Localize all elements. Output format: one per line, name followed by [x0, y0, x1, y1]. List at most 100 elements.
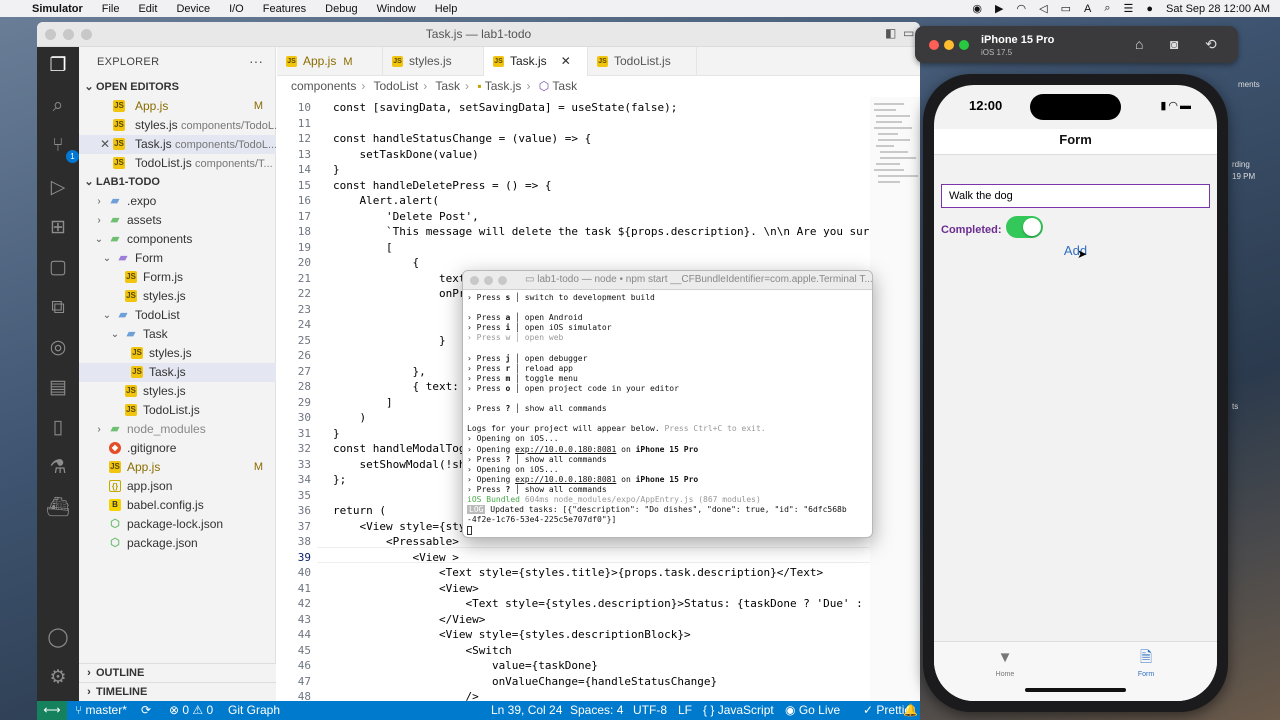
minimize-window-button[interactable]	[944, 40, 954, 50]
timeline-section[interactable]: › TIMELINE	[79, 682, 276, 701]
remote-indicator-icon[interactable]: ⟷	[37, 701, 67, 720]
github-icon[interactable]: ◎	[45, 335, 71, 361]
add-button[interactable]: Add	[934, 243, 1217, 258]
menu-file[interactable]: File	[102, 3, 120, 15]
zoom-window-button[interactable]	[959, 40, 969, 50]
notifications-icon[interactable]: 🔔	[903, 701, 918, 720]
code-line[interactable]: const handleModalTogg	[333, 441, 472, 457]
home-icon[interactable]: ⌂	[1135, 36, 1143, 52]
tab-todolist-js[interactable]: JS TodoList.js	[588, 47, 697, 76]
home-indicator[interactable]	[1025, 688, 1126, 692]
tree-file[interactable]: JS styles.js	[79, 382, 276, 401]
code-line[interactable]: const handleStatusChange = (value) => {	[333, 131, 591, 147]
code-line[interactable]: <View>	[333, 581, 479, 597]
cursor-position[interactable]: Ln 39, Col 24	[491, 701, 562, 720]
play-icon[interactable]: ▶	[995, 2, 1003, 15]
code-line[interactable]: onPre	[333, 286, 472, 302]
code-line[interactable]: {	[333, 255, 419, 271]
close-window-button[interactable]	[929, 40, 939, 50]
breadcrumb-item[interactable]: Task	[435, 79, 460, 93]
tree-folder[interactable]: › ▰ node_modules	[79, 420, 276, 439]
wifi-icon[interactable]: ◠	[1017, 2, 1027, 15]
tree-file[interactable]: JS App.js M	[79, 458, 276, 477]
code-line[interactable]: [	[333, 240, 393, 256]
breadcrumb-item[interactable]: ⬡ Task	[539, 79, 577, 93]
tab-task-js[interactable]: JS Task.js ✕	[484, 47, 588, 76]
code-line[interactable]: setShowModal(!sho	[333, 457, 472, 473]
menu-help[interactable]: Help	[435, 3, 458, 15]
indentation[interactable]: Spaces: 4	[570, 701, 623, 720]
breadcrumb-item[interactable]: ▪ Task.js	[477, 79, 521, 93]
tree-file[interactable]: JS TodoList.js	[79, 401, 276, 420]
code-line[interactable]: </View>	[333, 612, 485, 628]
tab-app-js[interactable]: JS App.js M	[277, 47, 383, 76]
code-line[interactable]: <View style={styles.descriptionBlock}>	[333, 627, 691, 643]
code-line[interactable]: )	[333, 410, 366, 426]
remote-explorer-icon[interactable]: ▢	[45, 255, 71, 281]
open-editor-item[interactable]: JS styles.js components/TodoL...	[79, 116, 276, 135]
more-actions-icon[interactable]: ···	[249, 53, 263, 69]
breadcrumb-item[interactable]: TodoList	[374, 79, 419, 93]
control-center-icon[interactable]: ☰	[1124, 2, 1134, 15]
code-line[interactable]: <View >	[333, 550, 458, 566]
open-editor-item[interactable]: JS TodoList.js components/T...	[79, 154, 276, 173]
code-line[interactable]: }	[333, 162, 340, 178]
tree-folder[interactable]: ⌄ ▰ components	[79, 230, 276, 249]
code-line[interactable]: onValueChange={handleStatusChange}	[333, 674, 717, 690]
code-line[interactable]: h	[333, 317, 472, 333]
minimize-window-button[interactable]	[484, 276, 493, 285]
menubar-clock[interactable]: Sat Sep 28 12:00 AM	[1166, 3, 1270, 15]
search-icon[interactable]: ⌕	[1104, 2, 1110, 15]
menu-app-name[interactable]: Simulator	[32, 3, 83, 15]
menu-features[interactable]: Features	[263, 3, 306, 15]
code-line[interactable]: }	[333, 426, 340, 442]
terminal-window[interactable]: ▭ lab1-todo — node • npm start __CFBundl…	[462, 270, 873, 538]
zoom-window-button[interactable]	[498, 276, 507, 285]
volume-icon[interactable]: ◁	[1039, 2, 1047, 15]
code-line[interactable]: c	[333, 302, 472, 318]
docker-icon[interactable]: ⛴	[45, 495, 71, 521]
sync-icon[interactable]: ⟳	[141, 701, 151, 720]
code-line[interactable]: `This message will delete the task ${pro…	[333, 224, 896, 240]
code-line[interactable]: return (	[333, 503, 386, 519]
code-line[interactable]: ]	[333, 395, 393, 411]
tab-form[interactable]: 🗎 Form	[1116, 648, 1176, 678]
breadcrumb-item[interactable]: components	[291, 79, 356, 93]
menu-edit[interactable]: Edit	[138, 3, 157, 15]
tree-file[interactable]: ◆ .gitignore	[79, 439, 276, 458]
rotate-icon[interactable]: ⟲	[1205, 36, 1217, 53]
code-line[interactable]: <Text style={styles.description}>Status:…	[333, 596, 915, 612]
tree-file[interactable]: ⬡ package.json	[79, 534, 276, 553]
menu-window[interactable]: Window	[377, 3, 416, 15]
git-graph-button[interactable]: Git Graph	[228, 701, 280, 720]
code-line[interactable]: Alert.alert(	[333, 193, 438, 209]
tab-styles-js[interactable]: JS styles.js	[383, 47, 484, 76]
tab-home[interactable]: ▼ Home	[975, 648, 1035, 678]
open-editor-item-active[interactable]: ✕ JS Task.js components/TodoL...	[79, 135, 276, 154]
outline-section[interactable]: › OUTLINE	[79, 663, 276, 682]
code-line[interactable]: },	[333, 364, 425, 380]
tree-file-selected[interactable]: JS Task.js	[79, 363, 276, 382]
open-editors-section[interactable]: ⌄ OPEN EDITORS	[79, 78, 276, 97]
run-debug-icon[interactable]: ▷	[45, 175, 71, 201]
git-branch[interactable]: ⑂ master*	[75, 701, 127, 720]
code-line[interactable]: text:	[333, 271, 472, 287]
tree-folder[interactable]: ⌄ ▰ Task	[79, 325, 276, 344]
tree-file[interactable]: {} app.json	[79, 477, 276, 496]
code-line[interactable]: }	[333, 333, 446, 349]
tree-folder[interactable]: ⌄ ▰ Form	[79, 249, 276, 268]
layout-toggle-icon[interactable]: ◧	[885, 26, 896, 40]
tree-file[interactable]: JS styles.js	[79, 344, 276, 363]
code-line[interactable]: <Pressable>	[333, 534, 459, 550]
project-section[interactable]: ⌄ LAB1-TODO	[79, 173, 276, 192]
panel-toggle-icon[interactable]: ▭	[903, 26, 914, 40]
device-icon[interactable]: ▯	[45, 415, 71, 441]
record-icon[interactable]: ◉	[972, 2, 982, 15]
code-line[interactable]: <Switch	[333, 643, 511, 659]
code-line[interactable]: value={taskDone}	[333, 658, 598, 674]
code-line[interactable]: <View style={styl	[333, 519, 472, 535]
tree-file[interactable]: Bbabel.config.js	[79, 496, 276, 515]
open-editor-item[interactable]: JS App.js M	[79, 97, 276, 116]
explorer-icon[interactable]: ❐	[45, 53, 71, 79]
close-tab-icon[interactable]: ✕	[561, 54, 571, 68]
